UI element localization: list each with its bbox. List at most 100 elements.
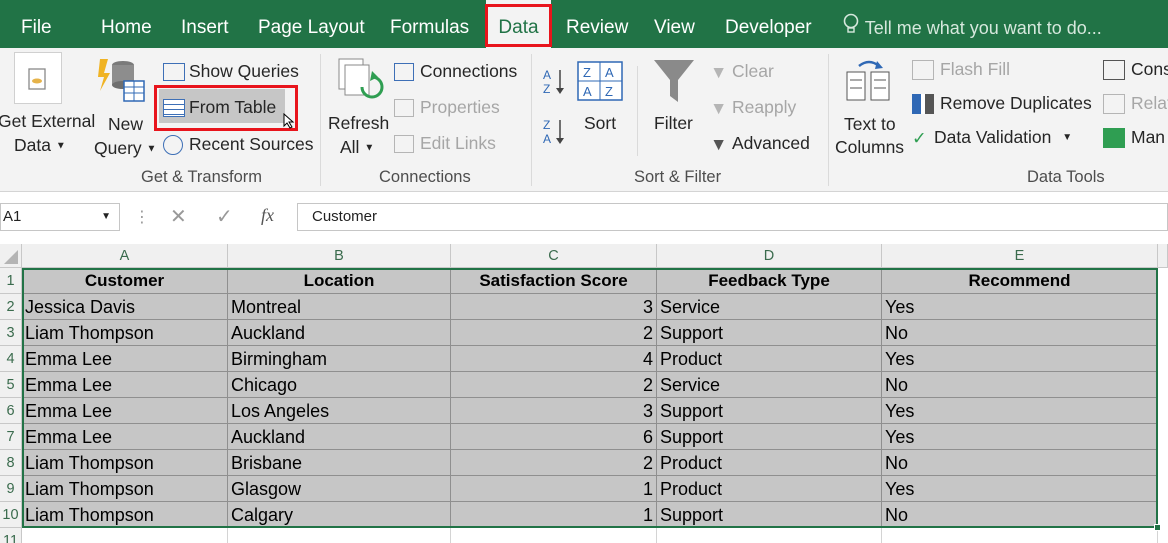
tab-formulas[interactable]: Formulas: [390, 0, 469, 48]
cell-a5[interactable]: Emma Lee: [22, 372, 228, 398]
cell-b4[interactable]: Birmingham: [228, 346, 451, 372]
cell-e5[interactable]: No: [882, 372, 1158, 398]
cell-c4[interactable]: 4: [451, 346, 657, 372]
flash-fill-button[interactable]: Flash Fill: [912, 59, 1010, 81]
from-table-button[interactable]: From Table: [159, 89, 285, 123]
row-header-3[interactable]: 3: [0, 320, 22, 346]
remove-duplicates-button[interactable]: Remove Duplicates: [912, 93, 1092, 115]
cell-b9[interactable]: Glasgow: [228, 476, 451, 502]
cell-d4[interactable]: Product: [657, 346, 882, 372]
new-query-label-1[interactable]: New: [108, 114, 143, 134]
cell-d7[interactable]: Support: [657, 424, 882, 450]
edit-links-button[interactable]: Edit Links: [394, 133, 496, 154]
tab-home[interactable]: Home: [101, 0, 152, 48]
cell-b7[interactable]: Auckland: [228, 424, 451, 450]
cell-e9[interactable]: Yes: [882, 476, 1158, 502]
column-header-d[interactable]: D: [657, 244, 882, 268]
tab-review[interactable]: Review: [566, 0, 628, 48]
cell-b6[interactable]: Los Angeles: [228, 398, 451, 424]
row-header-6[interactable]: 6: [0, 398, 22, 424]
connections-button[interactable]: Connections: [394, 61, 517, 82]
cell-b11[interactable]: [228, 528, 451, 543]
cell-c11[interactable]: [451, 528, 657, 543]
tab-view[interactable]: View: [654, 0, 695, 48]
column-header-b[interactable]: B: [228, 244, 451, 268]
cell-d10[interactable]: Support: [657, 502, 882, 528]
cell-c1[interactable]: Satisfaction Score: [451, 268, 657, 294]
sort-a-z-icon[interactable]: AZ: [541, 66, 567, 103]
relationships-button[interactable]: Relat: [1103, 93, 1168, 115]
cell-b3[interactable]: Auckland: [228, 320, 451, 346]
cell-a8[interactable]: Liam Thompson: [22, 450, 228, 476]
cell-c7[interactable]: 6: [451, 424, 657, 450]
row-header-1[interactable]: 1: [0, 268, 22, 294]
consolidate-button[interactable]: Cons: [1103, 59, 1168, 81]
recent-sources-button[interactable]: Recent Sources: [163, 134, 314, 156]
cell-d3[interactable]: Support: [657, 320, 882, 346]
cell-d6[interactable]: Support: [657, 398, 882, 424]
column-header-f[interactable]: [1158, 244, 1168, 268]
more-options-icon[interactable]: ⋮: [134, 207, 150, 227]
cell-a3[interactable]: Liam Thompson: [22, 320, 228, 346]
cell-c5[interactable]: 2: [451, 372, 657, 398]
tab-insert[interactable]: Insert: [181, 0, 229, 48]
cell-d2[interactable]: Service: [657, 294, 882, 320]
select-all-corner[interactable]: [0, 244, 22, 268]
row-header-9[interactable]: 9: [0, 476, 22, 502]
clear-button[interactable]: ▼ Clear: [710, 61, 774, 82]
data-validation-button[interactable]: ✓ Data Validation ▼: [912, 127, 1072, 148]
cell-a2[interactable]: Jessica Davis: [22, 294, 228, 320]
insert-function-icon[interactable]: fx: [261, 205, 274, 226]
cell-e1[interactable]: Recommend: [882, 268, 1158, 294]
row-header-5[interactable]: 5: [0, 372, 22, 398]
cell-b8[interactable]: Brisbane: [228, 450, 451, 476]
formula-input[interactable]: Customer: [297, 203, 1168, 231]
row-header-4[interactable]: 4: [0, 346, 22, 372]
cell-e8[interactable]: No: [882, 450, 1158, 476]
cell-c10[interactable]: 1: [451, 502, 657, 528]
sort-button[interactable]: Sort: [584, 113, 616, 133]
cell-b5[interactable]: Chicago: [228, 372, 451, 398]
cell-b10[interactable]: Calgary: [228, 502, 451, 528]
cell-c2[interactable]: 3: [451, 294, 657, 320]
tab-data[interactable]: Data: [486, 0, 551, 48]
tell-me-search[interactable]: Tell me what you want to do...: [842, 0, 1102, 48]
cell-a1[interactable]: Customer: [22, 268, 228, 294]
tab-page-layout[interactable]: Page Layout: [258, 0, 365, 48]
cell-d8[interactable]: Product: [657, 450, 882, 476]
row-header-7[interactable]: 7: [0, 424, 22, 450]
cell-e6[interactable]: Yes: [882, 398, 1158, 424]
tab-file[interactable]: File: [21, 0, 52, 48]
cell-e10[interactable]: No: [882, 502, 1158, 528]
row-header-11[interactable]: 11: [0, 528, 22, 543]
refresh-all-label-1[interactable]: Refresh: [328, 113, 389, 133]
row-header-2[interactable]: 2: [0, 294, 22, 320]
cell-e4[interactable]: Yes: [882, 346, 1158, 372]
manage-data-model-button[interactable]: Man: [1103, 127, 1165, 149]
new-query-button[interactable]: Query ▼: [94, 138, 156, 159]
cell-c3[interactable]: 2: [451, 320, 657, 346]
cell-e3[interactable]: No: [882, 320, 1158, 346]
chevron-down-icon[interactable]: ▼: [101, 204, 111, 230]
cell-d5[interactable]: Service: [657, 372, 882, 398]
refresh-all-button[interactable]: All ▼: [340, 137, 374, 158]
cell-a4[interactable]: Emma Lee: [22, 346, 228, 372]
get-external-data-label-1[interactable]: Get External: [0, 111, 95, 131]
column-header-c[interactable]: C: [451, 244, 657, 268]
cancel-icon[interactable]: ✕: [170, 204, 187, 229]
cell-d11[interactable]: [657, 528, 882, 543]
filter-button[interactable]: Filter: [654, 113, 693, 133]
cell-b1[interactable]: Location: [228, 268, 451, 294]
sort-z-a-icon[interactable]: ZA: [541, 116, 567, 153]
tab-developer[interactable]: Developer: [725, 0, 812, 48]
cell-e2[interactable]: Yes: [882, 294, 1158, 320]
cell-d1[interactable]: Feedback Type: [657, 268, 882, 294]
cell-e7[interactable]: Yes: [882, 424, 1158, 450]
cell-c8[interactable]: 2: [451, 450, 657, 476]
cell-d9[interactable]: Product: [657, 476, 882, 502]
cell-c6[interactable]: 3: [451, 398, 657, 424]
name-box[interactable]: A1 ▼: [0, 203, 120, 231]
column-header-e[interactable]: E: [882, 244, 1158, 268]
column-header-a[interactable]: A: [22, 244, 228, 268]
cell-a9[interactable]: Liam Thompson: [22, 476, 228, 502]
